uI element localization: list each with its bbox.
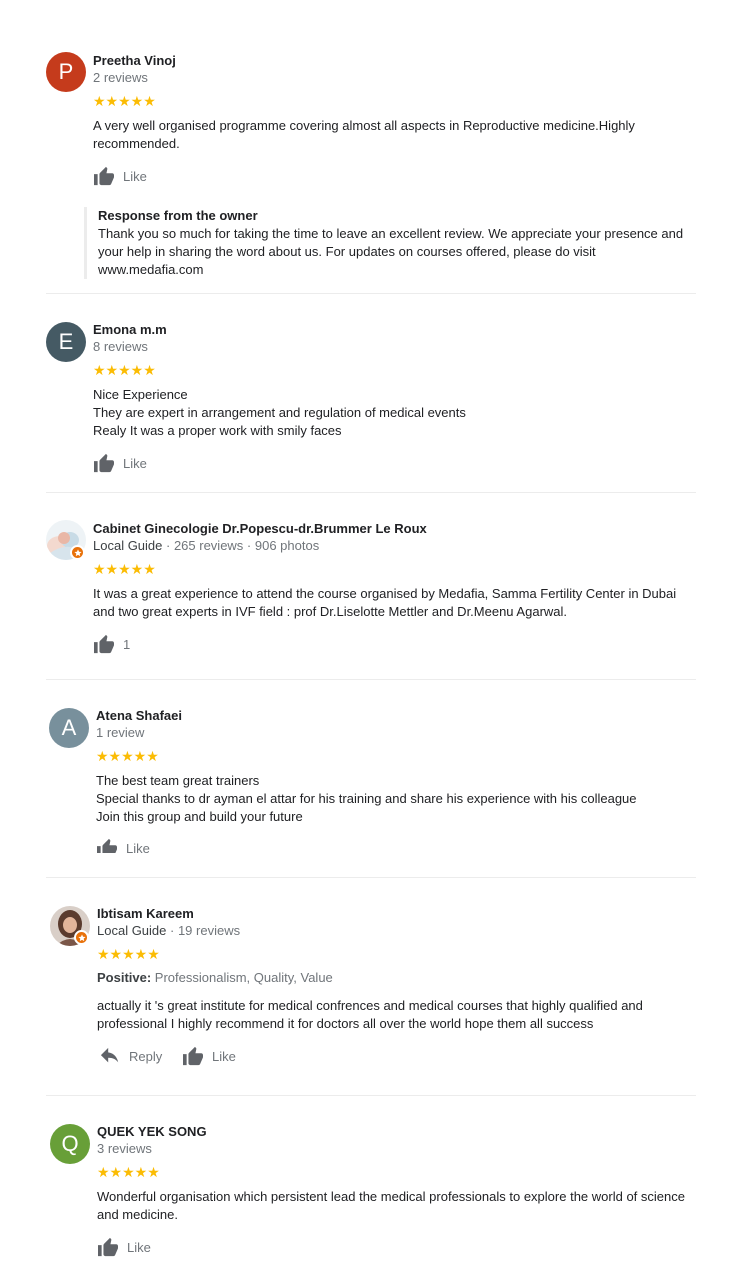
avatar[interactable]: E — [46, 322, 86, 362]
review-text-line: The best team great trainers — [96, 773, 260, 788]
like-button[interactable]: Like — [182, 1046, 236, 1066]
like-label: Like — [123, 455, 147, 471]
star-rating: ★★★★★ — [97, 1164, 160, 1180]
review-divider — [46, 492, 696, 493]
review-text-line: It was a great experience to attend the … — [93, 586, 677, 601]
review-text-line: A very well organised programme covering… — [93, 118, 635, 133]
reviewer-name[interactable]: Ibtisam Kareem — [97, 906, 194, 921]
reviewer-name[interactable]: Preetha Vinoj — [93, 53, 176, 68]
reviewer-meta: 3 reviews — [97, 1141, 152, 1156]
review-text-line: They are expert in arrangement and regul… — [93, 405, 466, 420]
owner-response-link[interactable]: www.medafia.com — [98, 261, 694, 279]
reviewer-counts: · 265 reviews · 906 photos — [162, 538, 320, 553]
reply-button[interactable]: Reply — [99, 1046, 162, 1066]
review-divider — [46, 1095, 696, 1096]
owner-response-text: Thank you so much for taking the time to… — [98, 225, 694, 279]
reviewer-meta: Local Guide · 265 reviews · 906 photos — [93, 538, 319, 553]
thumbs-up-icon — [97, 838, 117, 853]
review-text-line: and medicine. — [97, 1207, 178, 1222]
like-button[interactable]: Like — [93, 166, 147, 186]
thumbs-up-icon — [183, 1046, 203, 1066]
review-text-line: professional I highly recommend it for d… — [97, 1016, 594, 1031]
thumbs-up-icon — [94, 166, 114, 186]
thumbs-up-icon — [94, 634, 114, 654]
review-divider — [46, 679, 696, 680]
review-text-line: Nice Experience — [93, 387, 188, 402]
thumbs-up-icon — [94, 453, 114, 473]
review-text-line: Wonderful organisation which persistent … — [97, 1189, 685, 1204]
star-icon — [77, 933, 86, 941]
avatar-initial: E — [58, 329, 74, 354]
local-guide-label: Local Guide — [97, 923, 167, 938]
owner-response-title: Response from the owner — [98, 208, 258, 223]
review-text-line: Join this group and build your future — [96, 809, 303, 824]
review-text: Nice Experience They are expert in arran… — [93, 386, 466, 440]
review-text: It was a great experience to attend the … — [93, 585, 676, 621]
like-label: Like — [126, 840, 150, 854]
reviewer-meta: 1 review — [96, 725, 145, 740]
reviewer-meta: Local Guide · 19 reviews — [97, 923, 240, 938]
avatar-initial: A — [61, 715, 77, 740]
avatar-initial: P — [58, 59, 74, 84]
star-rating: ★★★★★ — [96, 748, 159, 764]
reply-icon — [100, 1047, 119, 1063]
positive-label: Positive: — [97, 970, 152, 985]
review-text: A very well organised programme covering… — [93, 117, 635, 153]
positive-attributes: Positive: Professionalism, Quality, Valu… — [97, 970, 333, 985]
reviewer-counts: · 19 reviews — [166, 923, 241, 938]
avatar[interactable]: Q — [50, 1124, 90, 1164]
review-text-line: Special thanks to dr ayman el attar for … — [96, 791, 637, 806]
positive-values: Professionalism, Quality, Value — [151, 970, 333, 985]
local-guide-badge — [74, 930, 89, 945]
like-count: 1 — [123, 636, 131, 652]
like-label: Like — [212, 1048, 236, 1064]
owner-response: Response from the owner Thank you so muc… — [84, 207, 694, 279]
local-guide-label: Local Guide — [93, 538, 163, 553]
star-rating: ★★★★★ — [97, 946, 160, 962]
review-divider — [46, 877, 696, 878]
avatar[interactable]: A — [49, 708, 89, 748]
like-label: Like — [123, 168, 147, 184]
star-rating: ★★★★★ — [93, 93, 156, 109]
reviewer-name[interactable]: Emona m.m — [93, 322, 167, 337]
review-text: The best team great trainers Special tha… — [96, 772, 637, 826]
review-text-line: recommended. — [93, 136, 180, 151]
review-text-line: and two great experts in IVF field : pro… — [93, 604, 568, 619]
like-button[interactable]: Like — [96, 838, 150, 853]
reviewer-name[interactable]: Cabinet Ginecologie Dr.Popescu-dr.Brumme… — [93, 521, 427, 536]
like-button[interactable]: 1 — [93, 634, 130, 654]
review-text: actually it 's great institute for medic… — [97, 997, 643, 1033]
star-rating: ★★★★★ — [93, 362, 156, 378]
like-label: Like — [127, 1239, 151, 1255]
reply-label: Reply — [129, 1048, 163, 1064]
local-guide-badge — [70, 545, 85, 560]
avatar[interactable]: P — [46, 52, 86, 92]
thumbs-up-icon — [98, 1237, 118, 1257]
reviewer-name[interactable]: QUEK YEK SONG — [97, 1124, 207, 1139]
review-text-line: actually it 's great institute for medic… — [97, 998, 643, 1013]
review-text-line: Realy It was a proper work with smily fa… — [93, 423, 342, 438]
review-divider — [46, 293, 696, 294]
like-button[interactable]: Like — [93, 453, 147, 473]
reviewer-meta: 2 reviews — [93, 70, 148, 85]
reviewer-name[interactable]: Atena Shafaei — [96, 708, 182, 723]
star-rating: ★★★★★ — [93, 561, 156, 577]
star-icon — [73, 548, 82, 556]
review-text: Wonderful organisation which persistent … — [97, 1188, 685, 1224]
owner-response-line: your help in sharing the word about us. … — [98, 244, 596, 259]
owner-response-line: Thank you so much for taking the time to… — [98, 226, 684, 241]
like-button[interactable]: Like — [97, 1237, 151, 1257]
avatar-initial: Q — [61, 1131, 79, 1156]
like-button-clip: Like — [96, 836, 176, 853]
reviewer-meta: 8 reviews — [93, 339, 148, 354]
